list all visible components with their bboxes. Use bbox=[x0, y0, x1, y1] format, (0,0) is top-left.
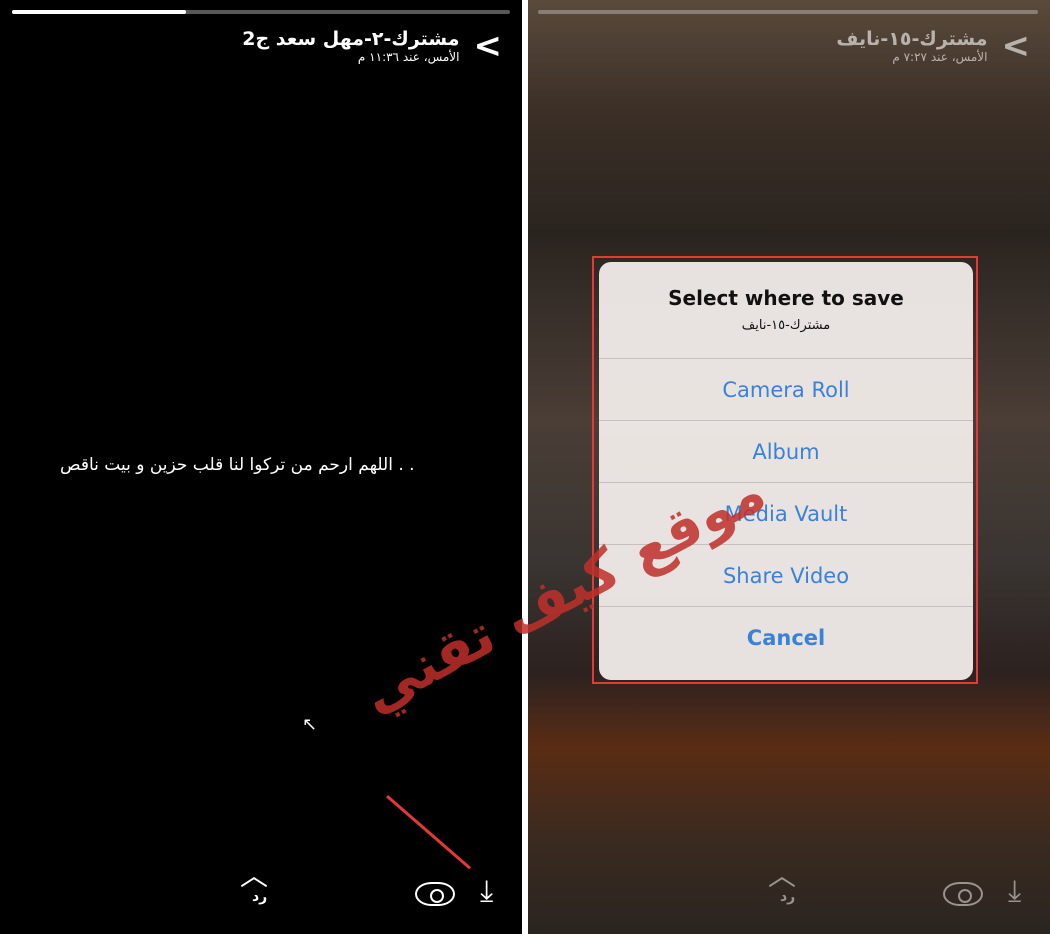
reply-label[interactable]: رد bbox=[780, 889, 795, 905]
story-caption: . . اللهم ارحم من تركوا لنا قلب حزين و ب… bbox=[60, 455, 415, 475]
annotation-highlight-box bbox=[592, 256, 978, 684]
download-icon[interactable]: ⤓ bbox=[1008, 874, 1021, 909]
eye-icon[interactable] bbox=[943, 882, 983, 906]
story-header: > مشترك-١٥-نايف الأمس، عند ٧:٢٧ م bbox=[836, 28, 1030, 64]
story-timestamp: الأمس، عند ٧:٢٧ م bbox=[892, 50, 988, 64]
reply-label[interactable]: رد bbox=[252, 889, 267, 905]
chevron-up-icon[interactable]: ︿ bbox=[240, 854, 268, 894]
eye-icon[interactable] bbox=[415, 882, 455, 906]
story-title: مشترك-٢-مهل سعد ج2 bbox=[242, 28, 460, 50]
story-progress-bar bbox=[12, 10, 510, 14]
download-icon[interactable]: ⤓ bbox=[480, 874, 493, 909]
left-story-panel: > مشترك-٢-مهل سعد ج2 الأمس، عند ١١:٣٦ م … bbox=[0, 0, 522, 934]
mouse-cursor-icon: ↖ bbox=[302, 714, 318, 735]
story-header: > مشترك-٢-مهل سعد ج2 الأمس، عند ١١:٣٦ م bbox=[242, 28, 502, 64]
story-progress-bar bbox=[538, 10, 1038, 14]
chevron-up-icon[interactable]: ︿ bbox=[768, 854, 796, 894]
story-title: مشترك-١٥-نايف bbox=[836, 28, 988, 50]
chevron-right-icon[interactable]: > bbox=[1002, 29, 1031, 63]
chevron-right-icon[interactable]: > bbox=[474, 29, 503, 63]
story-timestamp: الأمس، عند ١١:٣٦ م bbox=[357, 50, 460, 64]
